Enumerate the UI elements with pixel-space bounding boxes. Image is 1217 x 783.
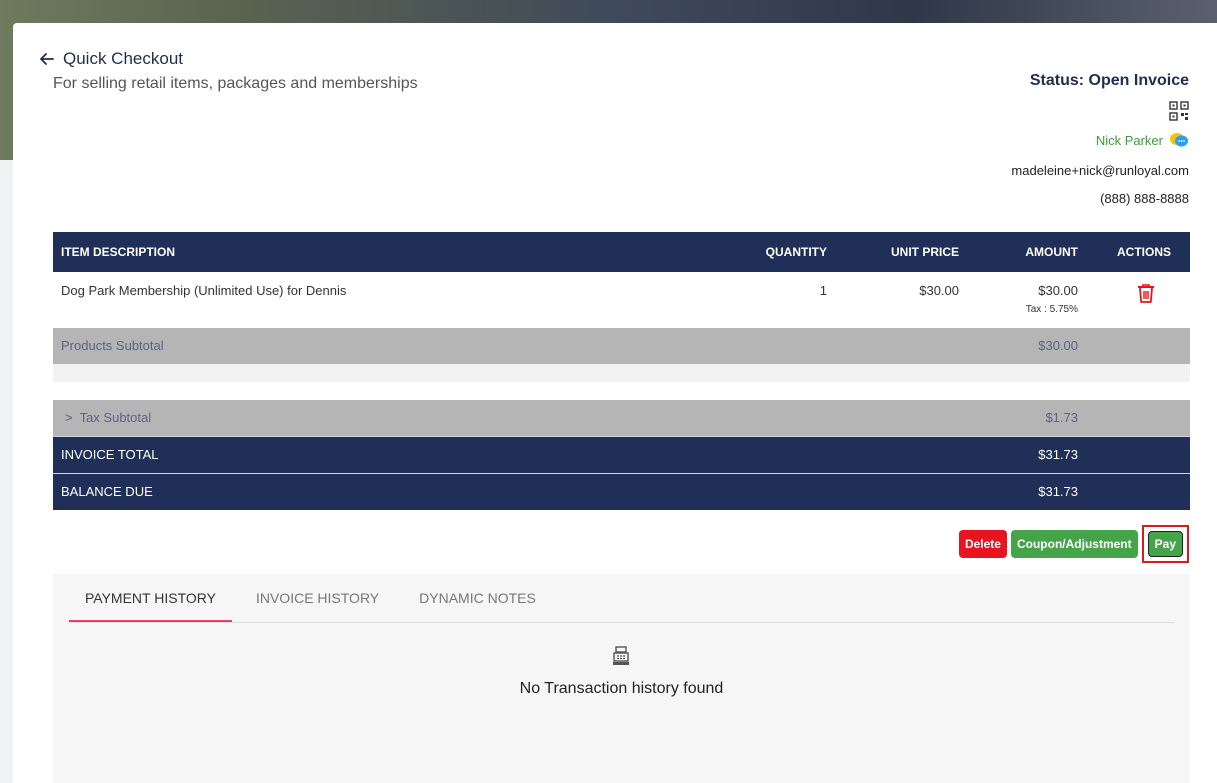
header-unit-price: UNIT PRICE [890, 245, 959, 259]
customer-email: madeleine+nick@runloyal.com [1011, 163, 1189, 178]
member-info: Nick Parker [1096, 131, 1189, 149]
page-header: Quick Checkout [39, 49, 183, 69]
trash-icon[interactable] [1135, 282, 1157, 304]
coupon-adjustment-button[interactable]: Coupon/Adjustment [1010, 530, 1138, 558]
pay-highlight: Pay [1141, 525, 1189, 563]
history-panel: PAYMENT HISTORY INVOICE HISTORY DYNAMIC … [53, 574, 1190, 783]
item-tax-note: Tax : 5.75% [1025, 304, 1078, 315]
balance-due-value: $31.73 [1038, 484, 1078, 499]
invoice-status: Status: Open Invoice [1029, 72, 1189, 89]
spacer-row [53, 364, 1190, 382]
invoice-total-label: INVOICE TOTAL [61, 447, 159, 462]
member-name[interactable]: Nick Parker [1096, 133, 1163, 148]
tax-subtotal-value: $1.73 [1045, 410, 1078, 425]
left-gutter [0, 160, 13, 783]
tab-invoice-history[interactable]: INVOICE HISTORY [240, 574, 395, 622]
qr-code-icon[interactable] [1169, 101, 1189, 121]
table-header: ITEM DESCRIPTION QUANTITY UNIT PRICE AMO… [53, 232, 1190, 272]
header-actions: ACTIONS [1117, 245, 1171, 259]
products-subtotal-row: Products Subtotal $30.00 [53, 328, 1190, 364]
item-amount: $30.00 [1038, 283, 1078, 298]
table-row: Dog Park Membership (Unlimited Use) for … [53, 272, 1190, 328]
history-tabs: PAYMENT HISTORY INVOICE HISTORY DYNAMIC … [69, 574, 1174, 623]
tax-subtotal-row[interactable]: > Tax Subtotal $1.73 [53, 400, 1190, 436]
cash-register-icon [613, 646, 629, 665]
invoice-total-row: INVOICE TOTAL $31.73 [53, 436, 1190, 473]
header-description: ITEM DESCRIPTION [61, 245, 176, 259]
pay-button[interactable]: Pay [1147, 531, 1183, 557]
products-subtotal-value: $30.00 [1038, 338, 1078, 353]
arrow-left-icon[interactable] [39, 51, 55, 67]
tab-dynamic-notes[interactable]: DYNAMIC NOTES [403, 574, 552, 622]
invoice-actions: Delete Coupon/Adjustment Pay [958, 525, 1189, 563]
page-title: Quick Checkout [63, 49, 183, 68]
tab-payment-history[interactable]: PAYMENT HISTORY [69, 574, 232, 622]
customer-phone: (888) 888-8888 [1100, 191, 1189, 206]
header-amount: AMOUNT [1025, 245, 1078, 259]
checkout-card: Quick Checkout For selling retail items,… [13, 23, 1217, 783]
invoice-table: ITEM DESCRIPTION QUANTITY UNIT PRICE AMO… [53, 232, 1190, 510]
item-unit-price: $30.00 [919, 283, 959, 298]
balance-due-label: BALANCE DUE [61, 484, 153, 499]
chat-icon[interactable] [1169, 131, 1189, 149]
header-quantity: QUANTITY [765, 245, 827, 259]
item-quantity: 1 [819, 283, 827, 298]
page-subtitle: For selling retail items, packages and m… [53, 75, 418, 92]
products-subtotal-label: Products Subtotal [61, 338, 164, 353]
invoice-total-value: $31.73 [1038, 447, 1078, 462]
empty-history-message: No Transaction history found [519, 680, 724, 697]
gap-row [53, 382, 1190, 400]
item-description: Dog Park Membership (Unlimited Use) for … [61, 283, 347, 298]
balance-due-row: BALANCE DUE $31.73 [53, 473, 1190, 510]
delete-button[interactable]: Delete [958, 530, 1007, 558]
tax-subtotal-label[interactable]: > Tax Subtotal [65, 400, 151, 436]
